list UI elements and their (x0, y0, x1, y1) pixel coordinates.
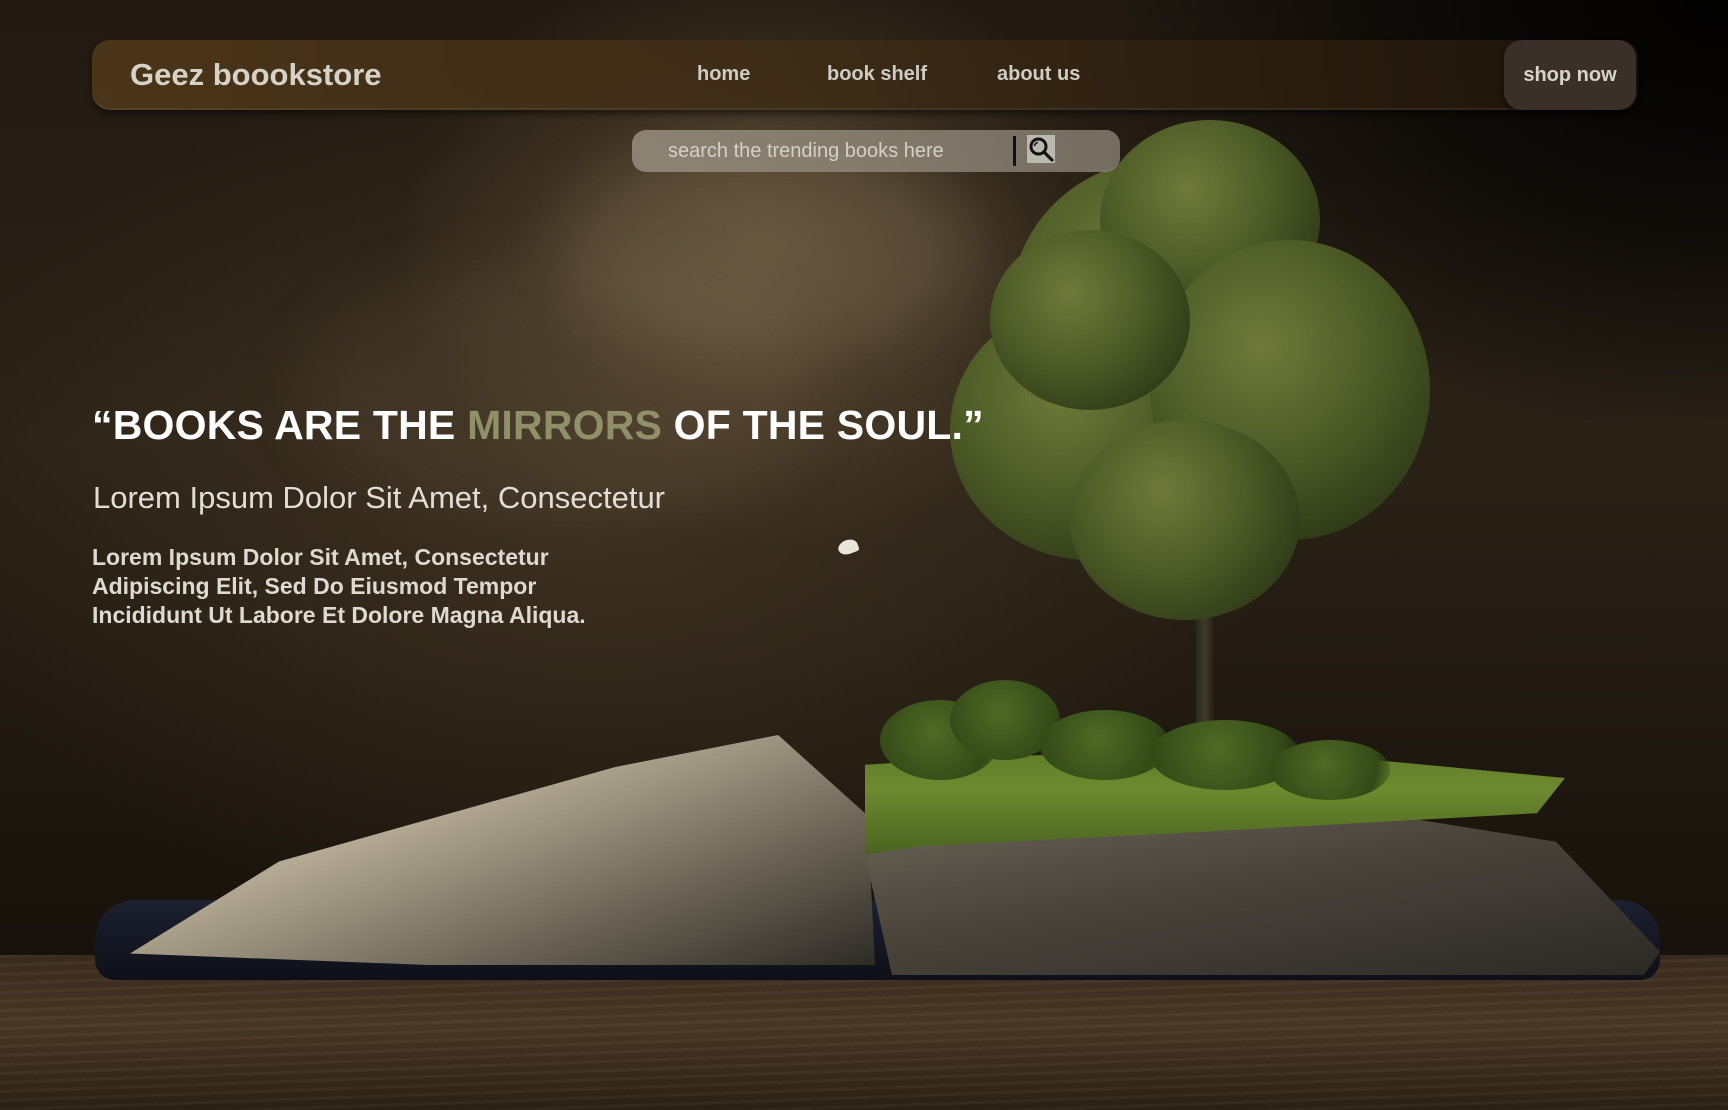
hero-subtitle: Lorem Ipsum Dolor Sit Amet, Consectetur (93, 480, 666, 515)
nav-home-link[interactable]: home (697, 63, 750, 86)
shop-now-button[interactable]: shop now (1504, 40, 1636, 110)
hero-description: Lorem Ipsum Dolor Sit Amet, Consectetur … (92, 544, 586, 628)
hero-quote: “BOOKS ARE THE MIRRORS OF THE SOUL.” (92, 402, 984, 449)
quote-part-1: “BOOKS ARE THE (92, 402, 468, 448)
butterfly (836, 537, 860, 557)
quote-accent-word: MIRRORS (467, 402, 663, 448)
quote-part-2: OF THE SOUL.” (662, 402, 984, 448)
book-right-pages (860, 820, 1660, 975)
book-left-pages (130, 735, 875, 965)
nav-book-shelf-link[interactable]: book shelf (827, 63, 927, 86)
search-input[interactable] (668, 130, 998, 172)
text-cursor (1013, 136, 1016, 166)
search-icon[interactable] (1027, 135, 1055, 163)
nav-about-us-link[interactable]: about us (997, 63, 1080, 86)
brand-logo[interactable]: Geez boookstore (130, 57, 382, 93)
top-navbar: Geez boookstore home book shelf about us… (92, 40, 1638, 110)
search-bar (632, 130, 1120, 172)
